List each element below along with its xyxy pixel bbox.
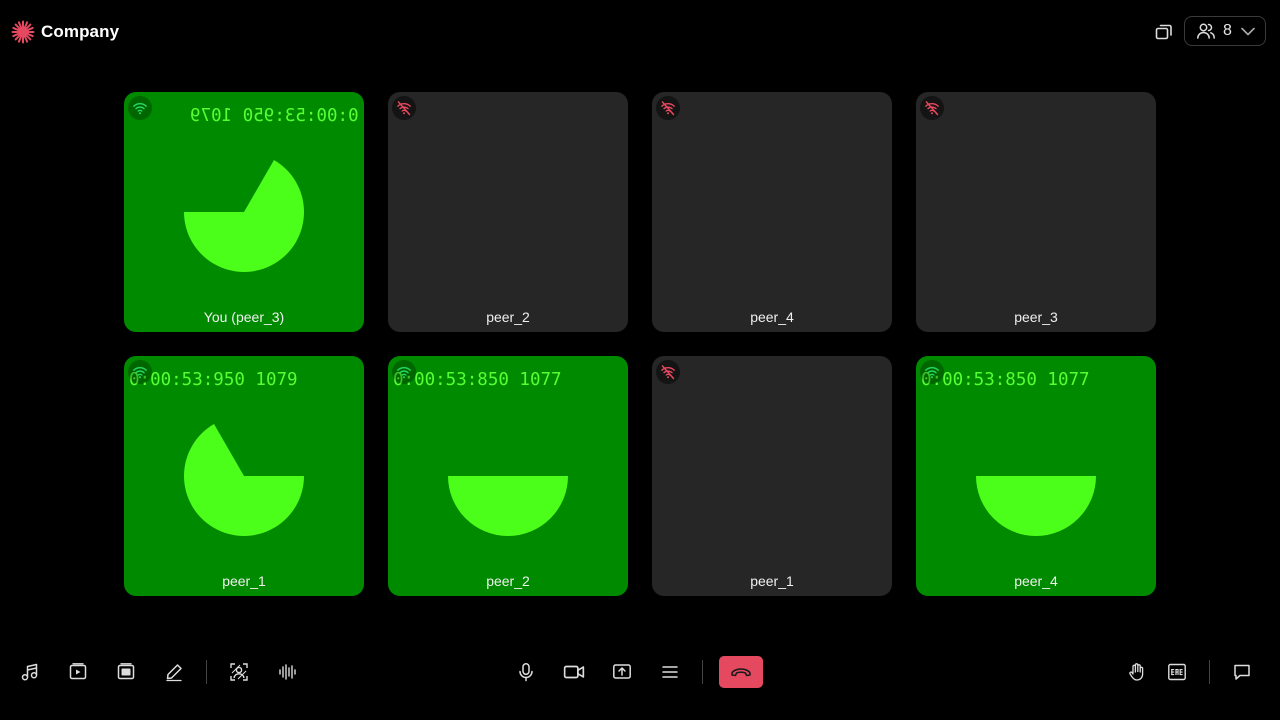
video-tile[interactable]: peer_3 — [916, 92, 1156, 332]
leave-call-icon — [731, 668, 751, 677]
participant-name: peer_1 — [750, 573, 794, 589]
image-playlist-icon — [117, 663, 135, 680]
participant-name: peer_3 — [1014, 309, 1058, 325]
chat-button[interactable] — [1226, 656, 1258, 688]
video-tile[interactable]: 0:00:53:850 1077 peer_2 — [388, 356, 628, 596]
screen-share-button[interactable] — [606, 656, 638, 688]
test-pattern-pie — [184, 424, 304, 536]
noise-suppression-button[interactable] — [271, 656, 303, 688]
participant-name: peer_4 — [750, 309, 794, 325]
toolbar-divider — [1209, 660, 1210, 684]
video-tile-grid: 0:00:53:950 1079 You (peer_3) peer_2 peer_4… — [124, 92, 1156, 596]
video-tile[interactable]: 0:00:53:950 1079 peer_1 — [124, 356, 364, 596]
participant-name: peer_2 — [486, 309, 530, 325]
microphone-button[interactable] — [510, 656, 542, 688]
microphone-icon — [519, 663, 533, 682]
layout-windows-icon — [1155, 24, 1172, 40]
brb-icon — [1168, 663, 1186, 681]
participants-dropdown-button[interactable]: 8 — [1184, 16, 1266, 46]
network-off-icon — [656, 96, 680, 120]
camera-button[interactable] — [558, 656, 590, 688]
network-good-icon — [920, 360, 944, 384]
timecode-overlay: 0:00:53:950 1079 — [129, 370, 298, 390]
test-pattern-pie — [184, 160, 304, 272]
participants-icon — [1197, 23, 1215, 39]
video-tile[interactable]: peer_1 — [652, 356, 892, 596]
participant-name: peer_4 — [1014, 573, 1058, 589]
whiteboard-button[interactable] — [158, 656, 190, 688]
company-logo-icon — [11, 20, 35, 44]
raise-hand-button[interactable] — [1121, 656, 1153, 688]
brand-logo: Company — [11, 20, 119, 44]
leave-call-button[interactable] — [719, 656, 763, 688]
layout-toggle-button[interactable] — [1154, 22, 1174, 42]
network-off-icon — [920, 96, 944, 120]
camera-icon — [563, 665, 585, 679]
more-menu-button[interactable] — [654, 656, 686, 688]
chevron-down-icon — [1241, 27, 1255, 36]
network-good-icon — [128, 360, 152, 384]
raise-hand-icon — [1129, 663, 1144, 681]
noise-suppression-icon — [279, 664, 296, 680]
video-playlist-button[interactable] — [62, 656, 94, 688]
more-menu-icon — [662, 666, 678, 678]
chat-icon — [1234, 664, 1250, 680]
virtual-background-icon — [230, 663, 248, 681]
timecode-overlay: 0:00:53:850 1077 — [393, 370, 562, 390]
participant-name: You (peer_3) — [203, 309, 285, 325]
network-good-icon — [128, 96, 152, 120]
music-button[interactable] — [14, 656, 46, 688]
test-pattern-pie — [448, 476, 568, 536]
network-good-icon — [392, 360, 416, 384]
participant-count: 8 — [1223, 22, 1232, 39]
participant-name: peer_1 — [222, 573, 266, 589]
video-tile[interactable]: peer_4 — [652, 92, 892, 332]
brb-button[interactable] — [1161, 656, 1193, 688]
toolbar-divider — [206, 660, 207, 684]
participant-name: peer_2 — [486, 573, 530, 589]
image-playlist-button[interactable] — [110, 656, 142, 688]
brand-name: Company — [41, 22, 120, 41]
timecode-overlay: 0:00:53:850 1077 — [921, 370, 1090, 390]
network-off-icon — [656, 360, 680, 384]
header: Company 8 — [0, 0, 1280, 64]
pencil-icon — [166, 664, 182, 682]
bottom-toolbar — [0, 648, 1280, 696]
network-off-icon — [392, 96, 416, 120]
screen-share-icon — [613, 664, 631, 679]
video-tile[interactable]: peer_2 — [388, 92, 628, 332]
video-tile[interactable]: 0:00:53:850 1077 peer_4 — [916, 356, 1156, 596]
virtual-background-button[interactable] — [223, 656, 255, 688]
test-pattern-pie — [976, 476, 1096, 536]
music-icon — [21, 663, 38, 681]
toolbar-divider — [702, 660, 703, 684]
timecode-overlay: 0:00:53:950 1079 — [190, 106, 359, 126]
video-tile[interactable]: 0:00:53:950 1079 You (peer_3) — [124, 92, 364, 332]
video-playlist-icon — [69, 663, 87, 680]
